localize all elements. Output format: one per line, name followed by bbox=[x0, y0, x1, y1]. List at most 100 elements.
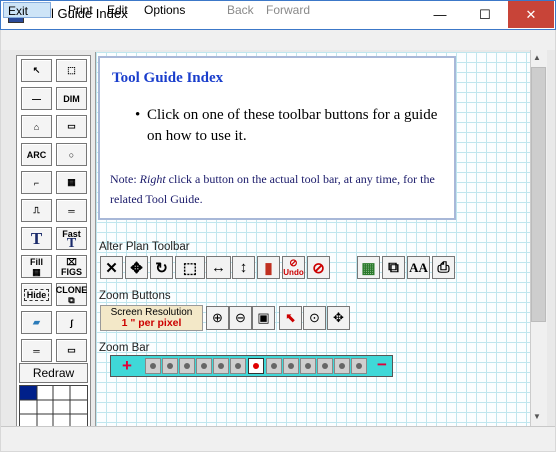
no-symbol-icon: ⊘ bbox=[312, 259, 325, 277]
text-edit-button[interactable]: AA bbox=[407, 256, 430, 279]
wall-icon: ⌐ bbox=[33, 177, 40, 188]
hatch-tool-button[interactable]: ▦ bbox=[357, 256, 380, 279]
fast-text-button[interactable]: Fast T bbox=[56, 227, 87, 250]
minimize-button[interactable]: — bbox=[418, 1, 462, 28]
properties-icon: ⎙ bbox=[437, 259, 450, 276]
note-prefix: Note: bbox=[110, 172, 140, 186]
horizontal-resize-button[interactable]: ↔ bbox=[206, 256, 231, 279]
figs-button[interactable]: ⌧ FIGS bbox=[56, 255, 87, 278]
maximize-button[interactable]: ☐ bbox=[463, 1, 507, 28]
delete-tool-button[interactable]: ✕ bbox=[100, 256, 123, 279]
zoom-level-1[interactable] bbox=[145, 358, 161, 374]
scroll-down-icon[interactable]: ▼ bbox=[533, 412, 541, 421]
curve-button[interactable]: ʃ bbox=[56, 311, 87, 334]
zoom-previous-button[interactable]: ⊙ bbox=[303, 306, 326, 330]
zoom-level-8[interactable] bbox=[266, 358, 282, 374]
text-size-icon: AA bbox=[409, 259, 428, 275]
zoom-level-12[interactable] bbox=[334, 358, 350, 374]
dot-icon bbox=[356, 363, 362, 369]
parallel-lines-button[interactable]: ═ bbox=[21, 339, 52, 362]
step-button[interactable]: ⎍ bbox=[21, 199, 52, 222]
zoom-level-2[interactable] bbox=[162, 358, 178, 374]
zoom-window-button[interactable]: ⬉ bbox=[279, 306, 302, 330]
move-icon: ✥ bbox=[130, 259, 143, 277]
dot-icon bbox=[288, 363, 294, 369]
menu-exit[interactable]: Exit bbox=[3, 2, 51, 18]
text-icon: T bbox=[30, 228, 43, 248]
polygon-button[interactable]: ⌂ bbox=[21, 115, 52, 138]
menu-options[interactable]: Options bbox=[140, 2, 189, 18]
no-edit-button[interactable]: ⊘ bbox=[307, 256, 330, 279]
menu-print[interactable]: Print bbox=[64, 2, 97, 18]
step-icon: ⎍ bbox=[33, 205, 40, 215]
zoom-pan-icon: ✥ bbox=[333, 310, 344, 325]
clone-button[interactable]: CLONE ⧉ bbox=[56, 283, 87, 306]
fill-pattern-icon: ▦ bbox=[32, 266, 41, 277]
undo-button[interactable]: ⊘ Undo bbox=[282, 256, 305, 279]
horizontal-arrows-icon: ↔ bbox=[211, 259, 226, 276]
zoom-previous-icon: ⊙ bbox=[309, 310, 320, 325]
dot-icon bbox=[305, 363, 311, 369]
scrollbar-thumb[interactable] bbox=[531, 67, 546, 322]
zoom-level-4[interactable] bbox=[196, 358, 212, 374]
redraw-button[interactable]: Redraw bbox=[19, 363, 88, 383]
dot-icon bbox=[218, 363, 224, 369]
zoom-level-3[interactable] bbox=[179, 358, 195, 374]
scroll-up-icon[interactable]: ▲ bbox=[533, 53, 541, 62]
info-note: Note: Right click a button on the actual… bbox=[110, 169, 450, 209]
select-box-icon: ⬚ bbox=[67, 65, 76, 75]
picture-button[interactable]: ▰ bbox=[21, 311, 52, 334]
vertical-resize-button[interactable]: ↕ bbox=[232, 256, 255, 279]
hide-label: Hide bbox=[23, 288, 50, 301]
properties-button[interactable]: ⎙ bbox=[432, 256, 455, 279]
grid-selector[interactable] bbox=[19, 385, 88, 429]
zoom-in-button[interactable]: ⊕ bbox=[206, 306, 229, 330]
color-tool-button[interactable]: ▮ bbox=[257, 256, 280, 279]
zoom-level-10[interactable] bbox=[300, 358, 316, 374]
rotate-tool-button[interactable]: ↻ bbox=[150, 256, 173, 279]
menu-bar bbox=[1, 30, 555, 50]
grid-tool-button[interactable]: ▦ bbox=[56, 171, 87, 194]
dim-button[interactable]: DIM bbox=[56, 87, 87, 110]
text-button[interactable]: T bbox=[21, 227, 52, 250]
select-arrow-button[interactable]: ↖ bbox=[21, 59, 52, 82]
fill-button[interactable]: Fill ▦ bbox=[21, 255, 52, 278]
copy-icon: ⧉ bbox=[388, 259, 399, 276]
zoom-level-9[interactable] bbox=[283, 358, 299, 374]
select-box-button[interactable]: ⬚ bbox=[56, 59, 87, 82]
double-line-button[interactable]: ═ bbox=[56, 199, 87, 222]
zoom-level-11[interactable] bbox=[317, 358, 333, 374]
status-bar bbox=[1, 426, 555, 451]
line-button[interactable]: — bbox=[21, 87, 52, 110]
arrow-icon: ↖ bbox=[32, 65, 41, 75]
wall-button[interactable]: ⌐ bbox=[21, 171, 52, 194]
stretch-tool-button[interactable]: ⬚ bbox=[175, 256, 205, 279]
zoom-level-5[interactable] bbox=[213, 358, 229, 374]
zoom-out-button[interactable]: ⊖ bbox=[229, 306, 252, 330]
fill-label: Fill bbox=[30, 256, 43, 267]
zoom-buttons-label: Zoom Buttons bbox=[99, 290, 171, 302]
arc-button[interactable]: ARC bbox=[21, 143, 52, 166]
zoom-fit-button[interactable]: ▣ bbox=[252, 306, 275, 330]
zoom-level-current[interactable] bbox=[248, 358, 264, 374]
zoom-level-6[interactable] bbox=[230, 358, 246, 374]
window-frame-button[interactable]: ▭ bbox=[56, 339, 87, 362]
dot-icon bbox=[271, 363, 277, 369]
hide-button[interactable]: Hide bbox=[21, 283, 52, 306]
menu-forward[interactable]: Forward bbox=[262, 2, 314, 18]
move-tool-button[interactable]: ✥ bbox=[125, 256, 148, 279]
screen-resolution-panel: Screen Resolution 1 " per pixel bbox=[100, 305, 203, 331]
zoom-bar-minus-button[interactable]: − bbox=[372, 356, 392, 375]
arc-label: ARC bbox=[26, 149, 47, 160]
copy-tool-button[interactable]: ⧉ bbox=[382, 256, 405, 279]
menu-edit[interactable]: Edit bbox=[103, 2, 132, 18]
close-button[interactable]: ✕ bbox=[508, 1, 554, 28]
menu-back[interactable]: Back bbox=[223, 2, 258, 18]
grid-selector-graphic bbox=[20, 386, 87, 428]
rectangle-button[interactable]: ▭ bbox=[56, 115, 87, 138]
zoom-pan-button[interactable]: ✥ bbox=[327, 306, 350, 330]
zoom-bar-plus-button[interactable]: + bbox=[117, 357, 137, 375]
circle-button[interactable]: ○ bbox=[56, 143, 87, 166]
dot-icon bbox=[201, 363, 207, 369]
zoom-level-13[interactable] bbox=[351, 358, 367, 374]
